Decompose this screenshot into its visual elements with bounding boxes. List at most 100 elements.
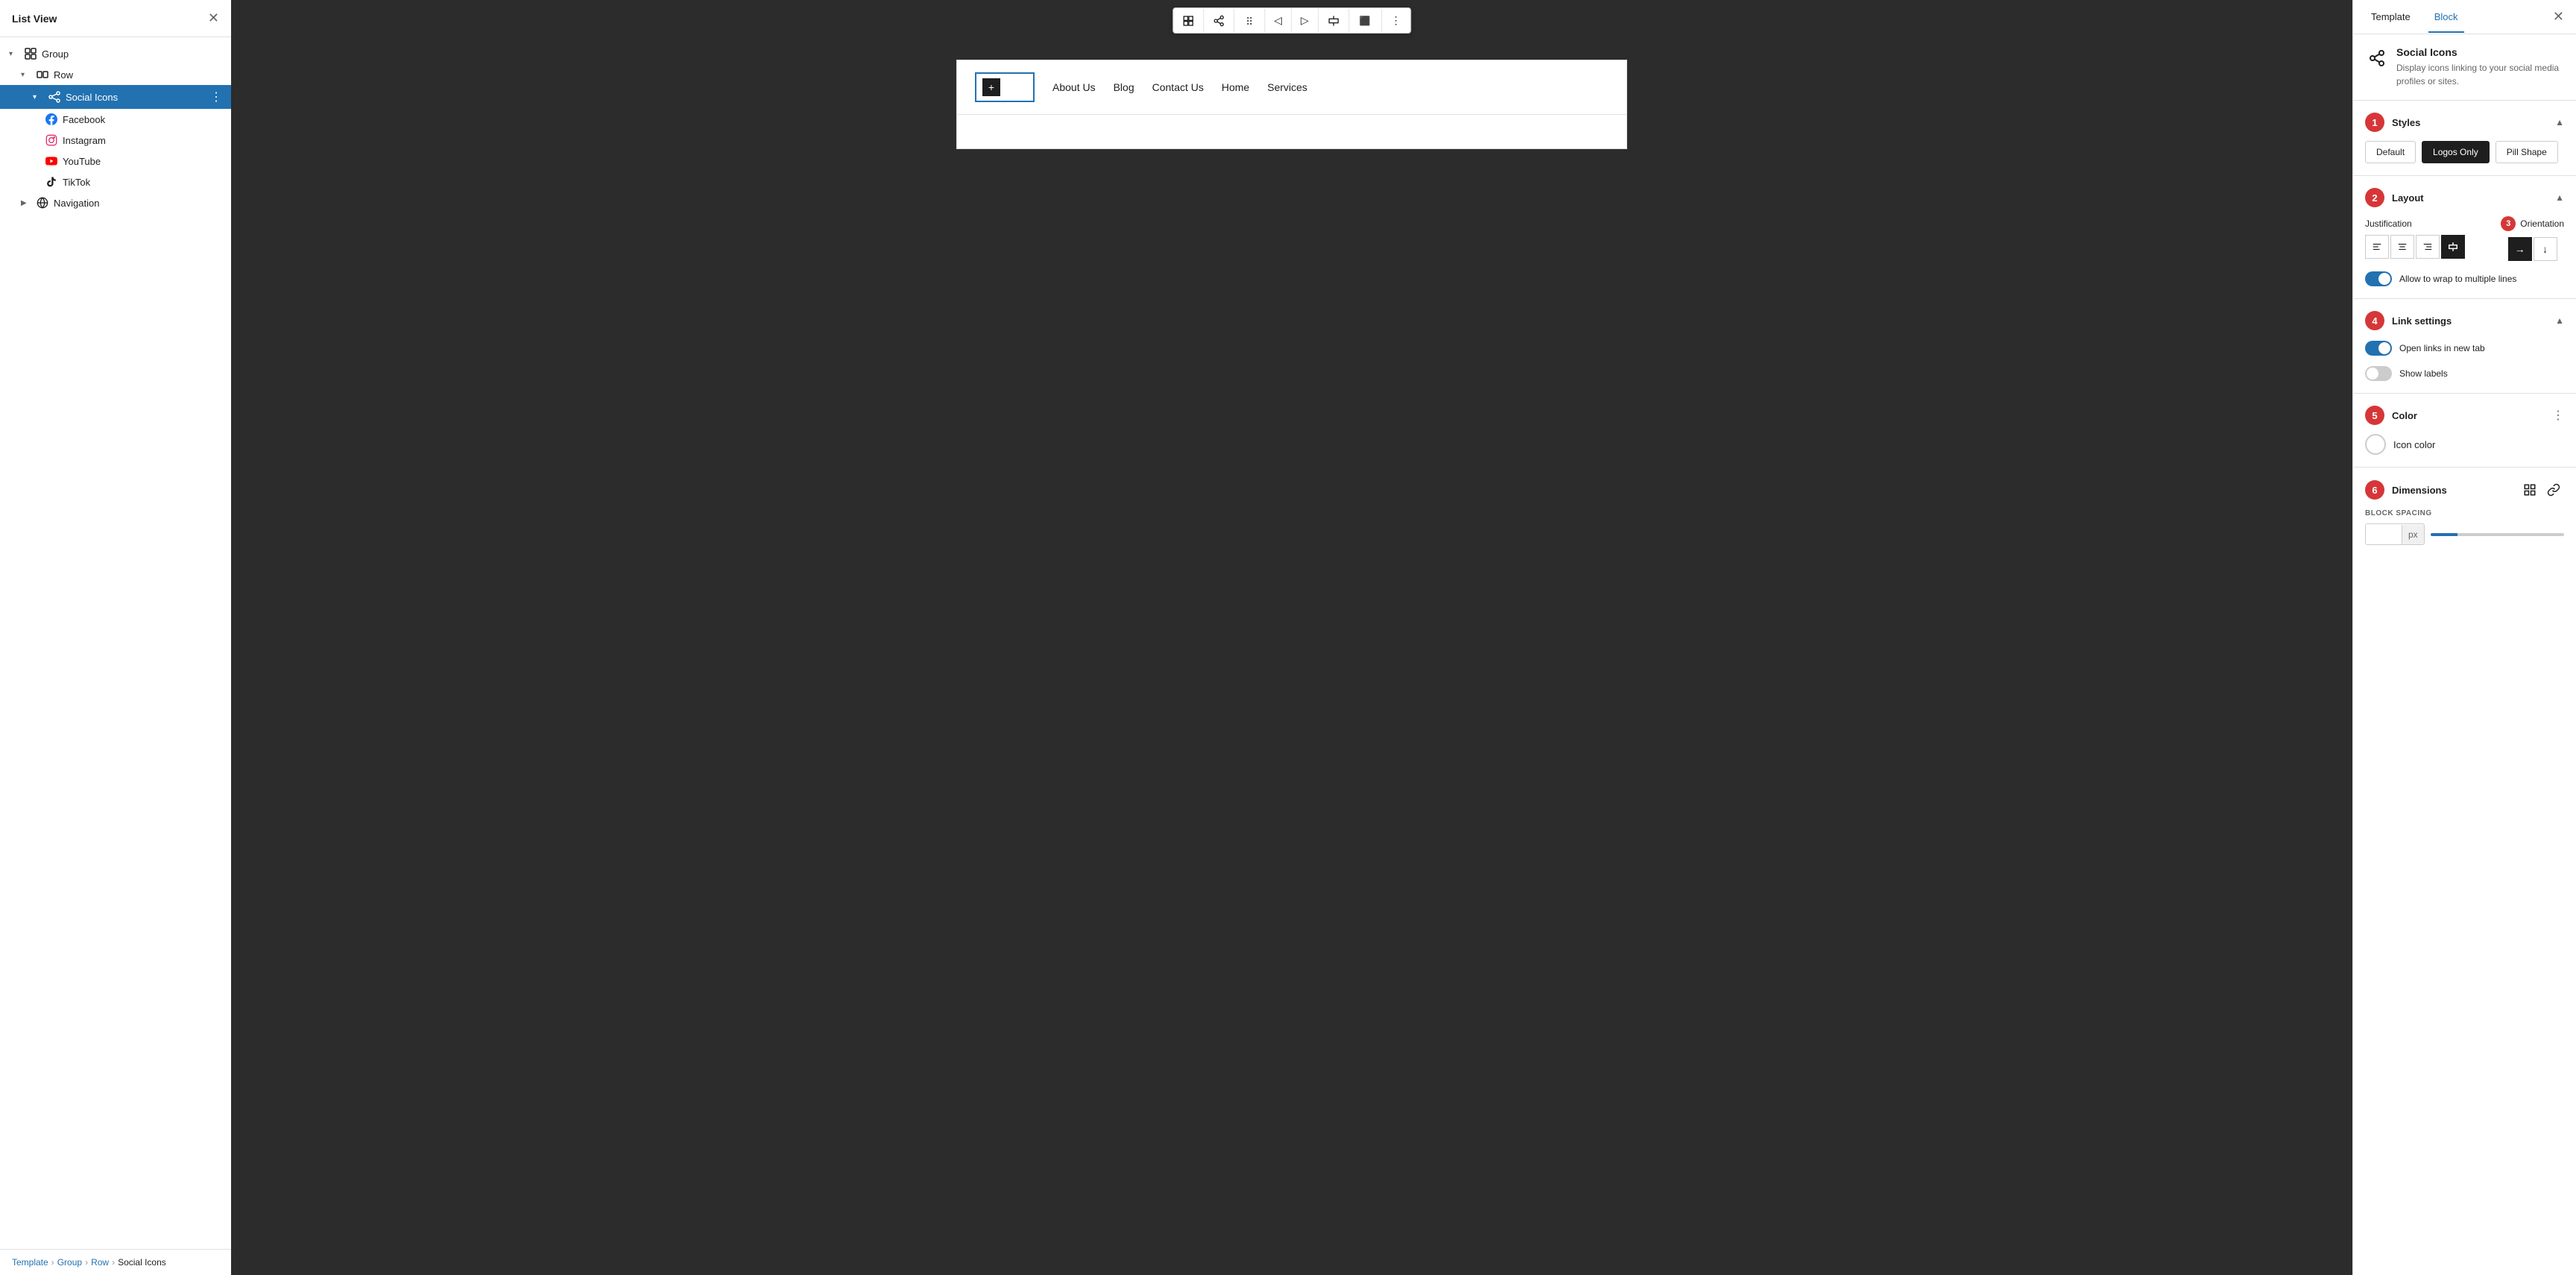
reset-dimensions-button[interactable]	[2519, 479, 2540, 500]
layout-collapse-icon[interactable]: ▲	[2555, 192, 2564, 203]
site-header: + About Us Blog Contact Us Home Services	[957, 60, 1626, 115]
wrap-toggle-row: Allow to wrap to multiple lines	[2365, 271, 2564, 286]
block-title: Social Icons	[2396, 46, 2564, 58]
breadcrumb-row[interactable]: Row	[91, 1257, 109, 1268]
panel-tabs: Template Block ✕	[2353, 0, 2576, 34]
add-block-button[interactable]: +	[982, 78, 1000, 96]
nav-link-home[interactable]: Home	[1222, 81, 1249, 93]
navigation-icon	[36, 197, 49, 209]
orientation-buttons: → ↓	[2508, 237, 2557, 261]
panel-title: List View	[12, 13, 57, 25]
instagram-icon	[45, 134, 58, 146]
color-section: 5 Color ⋮ Icon color	[2353, 394, 2576, 468]
style-pill-shape-button[interactable]: Pill Shape	[2496, 141, 2558, 163]
layout-title: Layout	[2392, 192, 2424, 204]
styles-badge: 1	[2365, 113, 2384, 132]
block-info: Social Icons Display icons linking to yo…	[2353, 34, 2576, 101]
new-tab-toggle[interactable]	[2365, 341, 2392, 356]
dimensions-header: 6 Dimensions	[2365, 479, 2564, 500]
link-collapse-icon[interactable]: ▲	[2555, 315, 2564, 326]
color-item-icon: Icon color	[2365, 434, 2564, 455]
styles-collapse-icon[interactable]: ▲	[2555, 117, 2564, 128]
style-default-button[interactable]: Default	[2365, 141, 2416, 163]
block-description: Display icons linking to your social med…	[2396, 61, 2564, 88]
tree-label: Navigation	[54, 198, 222, 209]
justify-fill-button[interactable]	[2441, 235, 2465, 259]
block-spacing-unit: px	[2402, 525, 2424, 544]
nav-link-blog[interactable]: Blog	[1114, 81, 1134, 93]
block-spacing-row: 15 px	[2365, 523, 2564, 545]
dimensions-title: Dimensions	[2392, 485, 2447, 496]
styles-header: 1 Styles ▲	[2365, 113, 2564, 132]
justify-center-button[interactable]	[2390, 235, 2414, 259]
orientation-label: Orientation	[2520, 218, 2564, 229]
more-options-icon[interactable]: ⋮	[210, 89, 222, 104]
block-spacing-slider[interactable]	[2431, 533, 2564, 536]
tab-template[interactable]: Template	[2365, 1, 2416, 33]
navigate-prev-button[interactable]: ◁	[1265, 8, 1292, 33]
orient-horizontal-button[interactable]: →	[2508, 237, 2532, 261]
more-toolbar-button[interactable]: ⋮	[1382, 8, 1410, 33]
nav-link-contact[interactable]: Contact Us	[1152, 81, 1204, 93]
color-header: 5 Color ⋮	[2365, 406, 2564, 425]
tree-label: YouTube	[63, 156, 222, 167]
tree-item-row[interactable]: ▾ Row	[0, 64, 231, 85]
block-spacing-input[interactable]: 15	[2366, 524, 2402, 544]
link-badge: 4	[2365, 311, 2384, 330]
link-settings-section: 4 Link settings ▲ Open links in new tab …	[2353, 299, 2576, 394]
tree-label: TikTok	[63, 177, 222, 188]
transform-button[interactable]	[1173, 9, 1204, 33]
show-labels-toggle[interactable]	[2365, 366, 2392, 381]
share-icon	[48, 91, 61, 103]
orientation-badge: 3	[2501, 216, 2516, 231]
styles-section: 1 Styles ▲ Default Logos Only Pill Shape	[2353, 101, 2576, 176]
chevron-icon: ▾	[33, 93, 43, 101]
orient-vertical-button[interactable]: ↓	[2534, 237, 2557, 261]
style-logos-only-button[interactable]: Logos Only	[2422, 141, 2490, 163]
dimensions-badge: 6	[2365, 480, 2384, 500]
close-panel-button[interactable]: ✕	[208, 10, 219, 26]
tree-item-tiktok[interactable]: TikTok	[0, 171, 231, 192]
color-badge: 5	[2365, 406, 2384, 425]
layout-badge: 2	[2365, 188, 2384, 207]
social-icons-block[interactable]: +	[975, 72, 1035, 102]
block-spacing-input-wrapper: 15 px	[2365, 523, 2425, 545]
drag-handle[interactable]	[1234, 9, 1265, 33]
nav-link-about[interactable]: About Us	[1052, 81, 1096, 93]
row-icon	[36, 69, 49, 81]
justify-right-button[interactable]	[2416, 235, 2440, 259]
tree-item-navigation[interactable]: ▶ Navigation	[0, 192, 231, 213]
tab-block[interactable]: Block	[2428, 1, 2464, 33]
link-dimensions-button[interactable]	[2543, 479, 2564, 500]
left-panel: List View ✕ ▾ Group ▾ Row ▾ Social Icons	[0, 0, 231, 1275]
breadcrumb-template[interactable]: Template	[12, 1257, 48, 1268]
chevron-icon: ▾	[9, 50, 19, 58]
tree-item-group[interactable]: ▾ Group	[0, 43, 231, 64]
justify-left-button[interactable]	[2365, 235, 2389, 259]
size-button[interactable]: ⬛	[1349, 10, 1382, 32]
nav-link-services[interactable]: Services	[1267, 81, 1307, 93]
block-spacing-label: BLOCK SPACING	[2365, 509, 2564, 517]
tree-item-social-icons[interactable]: ▾ Social Icons ⋮	[0, 85, 231, 109]
show-labels-label: Show labels	[2399, 368, 2448, 379]
tree-label: Row	[54, 69, 222, 81]
tree-item-youtube[interactable]: YouTube	[0, 151, 231, 171]
navigate-next-button[interactable]: ▷	[1292, 8, 1319, 33]
breadcrumb-group[interactable]: Group	[57, 1257, 82, 1268]
social-icons-block-icon	[2365, 46, 2389, 70]
close-right-panel-button[interactable]: ✕	[2553, 0, 2564, 34]
tree-item-instagram[interactable]: Instagram	[0, 130, 231, 151]
breadcrumb: Template › Group › Row › Social Icons	[0, 1249, 231, 1275]
wrap-toggle[interactable]	[2365, 271, 2392, 286]
tree-area: ▾ Group ▾ Row ▾ Social Icons ⋮	[0, 37, 231, 1249]
canvas-wrapper: ◁ ▷ ⬛ ⋮ + About Us Blog Contact Us Home	[231, 0, 2352, 1275]
layout-header: 2 Layout ▲	[2365, 188, 2564, 207]
color-more-button[interactable]: ⋮	[2552, 408, 2564, 423]
wrap-label: Allow to wrap to multiple lines	[2399, 274, 2516, 284]
group-icon	[24, 48, 37, 60]
icon-color-swatch[interactable]	[2365, 434, 2386, 455]
align-button[interactable]	[1319, 9, 1349, 33]
tiktok-icon	[45, 176, 58, 188]
share-toolbar-button[interactable]	[1204, 9, 1234, 33]
tree-item-facebook[interactable]: Facebook	[0, 109, 231, 130]
